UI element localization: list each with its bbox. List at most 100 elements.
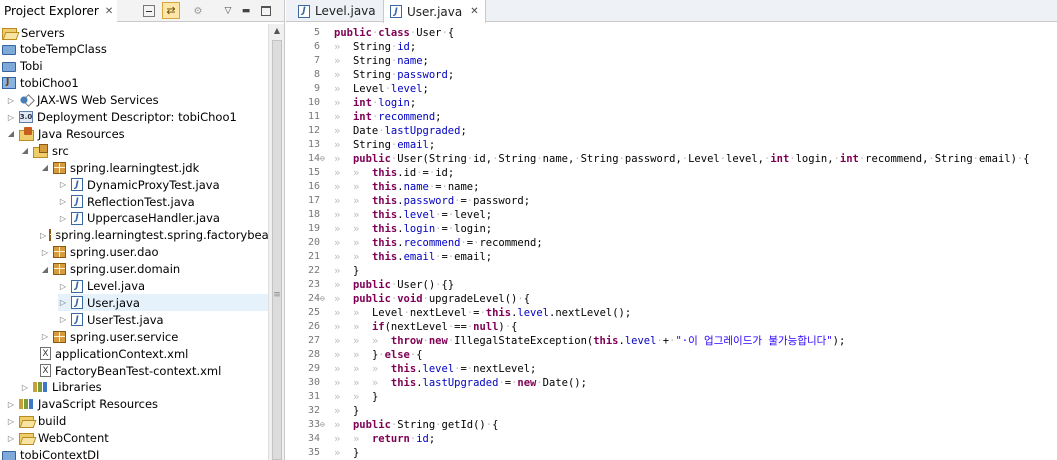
code-line[interactable]: 28 » » }·else·{ [286, 348, 1057, 362]
code-line[interactable]: 27 » » » throw·new·IllegalStateException(… [286, 334, 1057, 348]
code-line[interactable]: 11 » int·recommend; [286, 110, 1057, 124]
code-line[interactable]: 16 » » this.name·=·name; [286, 180, 1057, 194]
collapsed-arrow-icon[interactable]: ▷ [6, 400, 16, 409]
collapsed-arrow-icon[interactable]: ▷ [6, 417, 16, 426]
tree-item[interactable]: ▷ J User.java [58, 294, 268, 312]
code-line[interactable]: 17 » » this.password·=·password; [286, 194, 1057, 208]
collapsed-arrow-icon[interactable]: ▷ [6, 96, 16, 105]
fold-toggle-icon[interactable]: ⊖ [320, 152, 330, 166]
tree-item[interactable]: ▷ spring.user.service [40, 328, 268, 345]
tree-item[interactable]: ▷ JavaScript Resources [6, 396, 268, 413]
tree-item[interactable]: ▷ JAX-WS Web Services [6, 92, 268, 109]
line-number: 27 [307, 335, 320, 346]
scrollbar-thumb[interactable] [272, 40, 282, 460]
tree-item[interactable]: ▷ J Level.java [58, 278, 268, 295]
view-menu-icon[interactable]: ▽ [220, 3, 236, 19]
tree-item[interactable]: ▷ J UserTest.java [58, 311, 268, 328]
collapsed-arrow-icon[interactable]: ▷ [58, 197, 68, 206]
code-line[interactable]: 15 » » this.id·=·id; [286, 166, 1057, 180]
close-icon[interactable]: ✕ [105, 6, 113, 17]
code-line[interactable]: 31 » » } [286, 390, 1057, 404]
filter-icon[interactable]: ⚙ [190, 3, 206, 19]
code-line[interactable]: 24 ⊖ » public·void·upgradeLevel()·{ [286, 292, 1057, 306]
scroll-up-icon[interactable]: ▲ [269, 26, 285, 38]
tree-item[interactable]: Tobi [2, 58, 268, 75]
collapsed-arrow-icon[interactable]: ▷ [40, 248, 50, 257]
code-line[interactable]: 18 » » this.level·=·level; [286, 208, 1057, 222]
tab-level-java[interactable]: J Level.java [292, 0, 382, 22]
tree-item[interactable]: ▷ J ReflectionTest.java [58, 193, 268, 210]
tab-user-java[interactable]: J User.java ✕ [383, 0, 486, 23]
tree-item[interactable]: ▷ Libraries [20, 379, 268, 396]
code-line[interactable]: 21 » » this.email·=·email; [286, 250, 1057, 264]
code-line[interactable]: 19 » » this.login·=·login; [286, 222, 1057, 236]
code-line[interactable]: 12 » Date·lastUpgraded; [286, 124, 1057, 138]
code-line[interactable]: 8 » String·password; [286, 68, 1057, 82]
collapsed-arrow-icon[interactable]: ▷ [58, 282, 68, 291]
collapsed-arrow-icon[interactable]: ▷ [58, 214, 68, 223]
code-line[interactable]: 10 » int·login; [286, 96, 1057, 110]
expanded-arrow-icon[interactable]: ◢ [6, 129, 16, 138]
tree-item[interactable]: ▷ J DynamicProxyTest.java [58, 176, 268, 193]
code-line[interactable]: 6 » String·id; [286, 40, 1057, 54]
code-line[interactable]: 20 » » this.recommend·=·recommend; [286, 236, 1057, 250]
code-line[interactable]: 29 » » » this.level·=·nextLevel; [286, 362, 1057, 376]
expanded-arrow-icon[interactable]: ◢ [20, 146, 30, 155]
line-number: 16 [307, 181, 320, 192]
tree-item[interactable]: ▷ J UppercaseHandler.java [58, 210, 268, 227]
collapsed-arrow-icon[interactable]: ▷ [40, 332, 50, 341]
tree-item-label: spring.learningtest.spring.factorybean [55, 228, 268, 243]
tree-item[interactable]: ◢ src [20, 142, 268, 159]
tree-item[interactable]: Servers [2, 24, 268, 41]
collapsed-arrow-icon[interactable]: ▷ [58, 298, 68, 307]
tree-item[interactable]: ◢ Java Resources [6, 125, 268, 142]
code-line[interactable]: 13 » String·email; [286, 138, 1057, 152]
fold-toggle-icon[interactable]: ⊖ [320, 418, 330, 432]
tree-item[interactable]: tobiChoo1 [2, 75, 268, 92]
tree-scrollbar[interactable]: ▲ ≡ [268, 24, 284, 460]
fold-toggle-icon[interactable]: ⊖ [320, 292, 330, 306]
close-icon[interactable]: ✕ [470, 6, 478, 17]
link-with-editor-icon[interactable]: ⇄ [162, 2, 180, 19]
tab-project-explorer[interactable]: Project Explorer ✕ [0, 0, 118, 22]
code-line[interactable]: 22 » } [286, 264, 1057, 278]
collapsed-arrow-icon[interactable]: ▷ [58, 315, 68, 324]
tree-item[interactable]: ◢ spring.learningtest.jdk [40, 159, 268, 176]
collapsed-arrow-icon[interactable]: ▷ [58, 180, 68, 189]
minimize-icon[interactable]: ▬ [238, 3, 254, 19]
code-line[interactable]: 35 » } [286, 446, 1057, 460]
tree-item[interactable]: ◢ spring.user.domain [40, 261, 268, 278]
collapsed-arrow-icon[interactable]: ▷ [40, 231, 46, 240]
tree-item[interactable]: ▷ build [6, 413, 268, 430]
expanded-arrow-icon[interactable]: ◢ [40, 265, 50, 274]
code-line[interactable]: 30 » » » this.lastUpgraded·=·new·Date(); [286, 376, 1057, 390]
code-line[interactable]: 9 » Level·level; [286, 82, 1057, 96]
tree-item[interactable]: tobeTempClass [2, 41, 268, 58]
tree-item[interactable]: ▷ spring.user.dao [40, 244, 268, 261]
java-file-icon: J [71, 211, 83, 225]
tree-item[interactable]: tobiContextDI [2, 447, 268, 460]
collapse-all-icon[interactable] [143, 5, 155, 17]
code-line[interactable]: 7 » String·name; [286, 54, 1057, 68]
tree-item[interactable]: ▷ WebContent [6, 430, 268, 447]
code-line[interactable]: 33 ⊖ » public·String·getId()·{ [286, 418, 1057, 432]
code-line[interactable]: 5 public·class·User·{ [286, 26, 1057, 40]
collapsed-arrow-icon[interactable]: ▷ [20, 383, 30, 392]
code-line[interactable]: 34 » » return·id; [286, 432, 1057, 446]
collapsed-arrow-icon[interactable]: ▷ [6, 113, 16, 122]
code-line[interactable]: 32 » } [286, 404, 1057, 418]
code-line[interactable]: 23 » public·User()·{} [286, 278, 1057, 292]
collapsed-arrow-icon[interactable]: ▷ [6, 434, 16, 443]
expanded-arrow-icon[interactable]: ◢ [40, 163, 50, 172]
folder-open-icon [19, 433, 34, 446]
code-line[interactable]: 14 ⊖ » public·User(String·id,·String·name,… [286, 152, 1057, 166]
tree-item[interactable]: X FactoryBeanTest-context.xml [40, 362, 268, 379]
maximize-icon[interactable] [258, 3, 274, 19]
code-line[interactable]: 26 » » if(nextLevel·==·null)·{ [286, 320, 1057, 334]
code-area[interactable]: 5 public·class·User·{6 » String·id; 7 » Stri… [286, 26, 1057, 460]
tree-item[interactable]: XapplicationContext.xml [40, 345, 268, 362]
tree-item[interactable]: ▷ spring.learningtest.spring.factorybean [40, 227, 268, 244]
tree-item[interactable]: ▷ 3.0 Deployment Descriptor: tobiChoo1 [6, 109, 268, 126]
code-line[interactable]: 25 » » Level·nextLevel·=·this.level.nextL… [286, 306, 1057, 320]
code-token: » » » [334, 363, 391, 375]
